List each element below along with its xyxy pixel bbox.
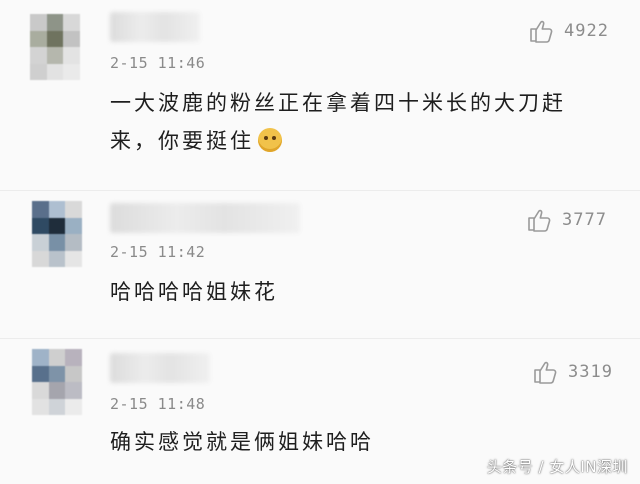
username-blurred[interactable] xyxy=(110,12,200,42)
avatar-mosaic-cell xyxy=(30,47,47,64)
comment-timestamp: 2-15 11:46 xyxy=(110,54,206,72)
avatar[interactable] xyxy=(32,201,82,267)
comment-text: 一大波鹿的粉丝正在拿着四十米长的大刀赶来，你要挺住 xyxy=(110,84,580,160)
avatar-mosaic-cell xyxy=(48,234,66,251)
avatar-mosaic-cell xyxy=(46,14,64,31)
like-button[interactable]: 4922 xyxy=(528,18,609,44)
avatar-mosaic-cell xyxy=(65,217,82,234)
thumbs-up-icon xyxy=(530,20,553,43)
avatar-mosaic-cell xyxy=(32,234,49,251)
avatar-mosaic-cell xyxy=(48,382,66,399)
avatar-mosaic-cell xyxy=(63,30,80,47)
comment-item: 2-15 11:42 哈哈哈哈姐妹花 3777 xyxy=(0,190,640,339)
avatar-mosaic-cell xyxy=(48,201,66,218)
avatar-mosaic-cell xyxy=(48,217,66,234)
avatar-mosaic-cell xyxy=(30,63,47,80)
like-button[interactable]: 3777 xyxy=(526,207,607,233)
username-blurred[interactable] xyxy=(110,353,210,383)
avatar-mosaic-cell xyxy=(32,349,49,366)
like-count: 3319 xyxy=(568,362,613,382)
avatar-mosaic-cell xyxy=(46,47,64,64)
avatar-mosaic-cell xyxy=(65,250,82,267)
avatar-mosaic-cell xyxy=(30,30,47,47)
comment-text: 哈哈哈哈姐妹花 xyxy=(110,280,278,304)
like-button[interactable]: 3319 xyxy=(532,359,613,385)
avatar-mosaic-cell xyxy=(65,365,82,382)
avatar-mosaic-cell xyxy=(32,201,49,218)
like-count: 4922 xyxy=(564,21,609,41)
avatar[interactable] xyxy=(30,14,80,80)
avatar-mosaic-cell xyxy=(65,234,82,251)
avatar-mosaic-cell xyxy=(32,250,49,267)
avatar-mosaic-cell xyxy=(48,250,66,267)
watermark: 头条号 / 女人IN深圳 xyxy=(486,458,628,476)
avatar-mosaic-cell xyxy=(32,365,49,382)
avatar-mosaic-cell xyxy=(46,30,64,47)
username-blurred[interactable] xyxy=(110,203,300,233)
avatar-mosaic-cell xyxy=(48,349,66,366)
comment-item: 2-15 11:46 一大波鹿的粉丝正在拿着四十米长的大刀赶来，你要挺住 492… xyxy=(0,0,640,190)
thumbs-up-icon xyxy=(534,361,557,384)
avatar-mosaic-cell xyxy=(63,63,80,80)
avatar-mosaic-cell xyxy=(63,47,80,64)
avatar-mosaic-cell xyxy=(48,398,66,415)
thumbs-up-icon xyxy=(528,209,551,232)
avatar[interactable] xyxy=(32,349,82,415)
avatar-mosaic-cell xyxy=(65,201,82,218)
avatar-mosaic-cell xyxy=(30,14,47,31)
comment-timestamp: 2-15 11:42 xyxy=(110,243,206,261)
avatar-mosaic-cell xyxy=(32,398,49,415)
avatar-mosaic-cell xyxy=(46,63,64,80)
comment-timestamp: 2-15 11:48 xyxy=(110,395,206,413)
doge-emoji-icon xyxy=(258,128,282,152)
like-count: 3777 xyxy=(562,210,607,230)
avatar-mosaic-cell xyxy=(65,398,82,415)
avatar-mosaic-cell xyxy=(32,217,49,234)
avatar-mosaic-cell xyxy=(65,349,82,366)
comment-text-body: 一大波鹿的粉丝正在拿着四十米长的大刀赶来，你要挺住 xyxy=(110,91,566,153)
avatar-mosaic-cell xyxy=(32,382,49,399)
avatar-mosaic-cell xyxy=(65,382,82,399)
avatar-mosaic-cell xyxy=(48,365,66,382)
avatar-mosaic-cell xyxy=(63,14,80,31)
